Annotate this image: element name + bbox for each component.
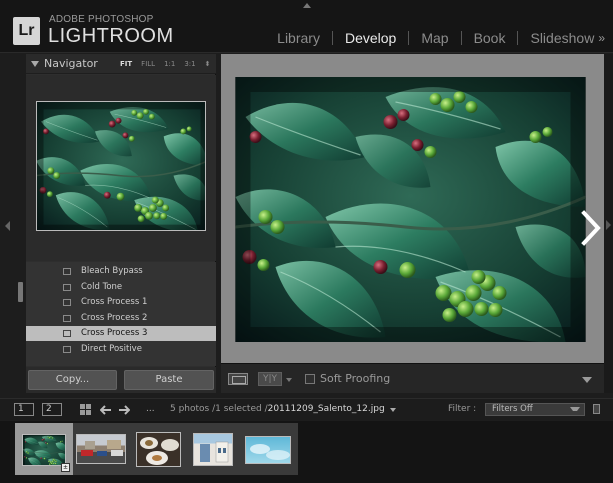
module-header: Lr ADOBE PHOTOSHOP LIGHTROOM Library Dev…	[0, 0, 613, 53]
preset-item-selected[interactable]: Cross Process 3	[26, 326, 216, 341]
preset-item[interactable]: Cold Tone	[26, 280, 216, 295]
more-modules-icon[interactable]: »	[598, 31, 605, 45]
module-develop[interactable]: Develop	[345, 30, 396, 46]
filmstrip-toolbar: 1 2 ... 5 photos /1 selected /20111209_S…	[0, 398, 613, 420]
preset-icon	[63, 299, 71, 306]
presets-list: Bleach Bypass Cold Tone Cross Process 1 …	[26, 262, 216, 366]
disclosure-triangle-icon[interactable]	[31, 61, 39, 67]
filmstrip-thumb[interactable]	[73, 423, 131, 475]
preset-item[interactable]: Bleach Bypass	[26, 264, 216, 279]
filmstrip-thumb[interactable]	[131, 423, 189, 475]
copy-button[interactable]: Copy...	[28, 370, 117, 390]
primary-display-button[interactable]: 1	[14, 403, 34, 416]
thumb-sky-clouds	[245, 436, 291, 464]
module-library[interactable]: Library	[277, 30, 320, 46]
main-photo[interactable]	[235, 77, 586, 342]
copy-paste-bar: Copy... Paste	[26, 367, 216, 393]
module-divider	[460, 31, 462, 45]
filmstrip-source-info[interactable]: 5 photos /1 selected /20111209_Salento_1…	[170, 404, 385, 414]
toolbar-menu-icon[interactable]	[582, 377, 592, 383]
zoom-3-1[interactable]: 3:1	[184, 60, 195, 68]
grid-icon[interactable]	[80, 404, 91, 415]
preset-icon	[63, 346, 71, 353]
lightroom-window: Lr ADOBE PHOTOSHOP LIGHTROOM Library Dev…	[0, 0, 613, 483]
navigator-header[interactable]: Navigator FIT FILL 1:1 3:1 ⬍	[26, 54, 216, 74]
current-filename: 20111209_Salento_12.jpg	[267, 404, 385, 414]
module-divider	[408, 31, 410, 45]
preset-item[interactable]: Direct Positive	[26, 342, 216, 357]
filmstrip-thumb-selected[interactable]: ±	[15, 423, 73, 475]
expand-right-panel-icon[interactable]	[606, 220, 611, 230]
preset-icon	[63, 284, 71, 291]
preset-item[interactable]: Cross Process 1	[26, 295, 216, 310]
arrow-left-icon[interactable]	[100, 405, 112, 415]
photo-count: 5 photos /1 selected /	[170, 404, 268, 414]
filmstrip-thumb[interactable]	[186, 423, 244, 475]
navigator-thumbnail[interactable]	[36, 101, 206, 231]
zoom-fill[interactable]: FILL	[141, 60, 155, 68]
collapse-top-panel-icon[interactable]	[303, 3, 311, 8]
thumb-street-cars	[76, 434, 126, 464]
soft-proofing-checkbox[interactable]	[305, 374, 315, 384]
navigator-preview	[26, 75, 216, 261]
module-map[interactable]: Map	[421, 30, 448, 46]
module-slideshow[interactable]: Slideshow	[530, 30, 594, 46]
preset-label: Cross Process 3	[81, 328, 148, 338]
preset-label: Cross Process 2	[81, 313, 148, 323]
filter-label: Filter :	[448, 404, 477, 414]
before-after-dropdown-icon[interactable]	[286, 378, 292, 382]
left-panel-scrollbar[interactable]	[18, 282, 23, 302]
edited-badge-icon: ±	[61, 463, 70, 472]
module-picker: Library Develop Map Book Slideshow »	[277, 30, 605, 46]
preset-label: Bleach Bypass	[81, 266, 143, 276]
preset-icon	[63, 330, 71, 337]
zoom-stepper-icon[interactable]: ⬍	[205, 60, 211, 68]
source-ellipsis[interactable]: ...	[146, 404, 155, 414]
soft-proofing-label: Soft Proofing	[320, 372, 391, 385]
before-after-button[interactable]: Y|Y	[258, 372, 282, 386]
zoom-options: FIT FILL 1:1 3:1 ⬍	[120, 60, 210, 68]
filmstrip-thumb[interactable]	[240, 423, 298, 475]
arrow-right-icon[interactable]	[118, 405, 130, 415]
brand-subtitle: ADOBE PHOTOSHOP	[49, 14, 154, 25]
chevron-right-icon[interactable]	[580, 210, 602, 246]
preset-label: Cold Tone	[81, 282, 123, 292]
paste-button[interactable]: Paste	[124, 370, 214, 390]
develop-canvas	[221, 54, 604, 363]
thumb-plates-table	[136, 432, 181, 467]
source-dropdown-icon[interactable]	[390, 408, 396, 412]
thumb-building-street	[193, 433, 233, 466]
zoom-1-1[interactable]: 1:1	[164, 60, 175, 68]
module-divider	[517, 31, 519, 45]
preset-icon	[63, 268, 71, 275]
preset-label: Cross Process 1	[81, 297, 148, 307]
navigator-title: Navigator	[44, 57, 98, 70]
collapse-left-panel-icon[interactable]	[5, 221, 10, 231]
brand-title: LIGHTROOM	[48, 25, 174, 47]
loupe-view-icon[interactable]	[228, 373, 248, 385]
preset-label: Direct Positive	[81, 344, 142, 354]
develop-toolbar: Y|Y Soft Proofing	[221, 363, 604, 393]
filmstrip: ±	[0, 421, 613, 483]
module-book[interactable]: Book	[474, 30, 506, 46]
left-panel: Navigator FIT FILL 1:1 3:1 ⬍ Bleach Bypa…	[26, 54, 216, 393]
thumb-coffee-plant	[22, 434, 66, 466]
lightroom-logo: Lr	[13, 17, 40, 45]
secondary-display-button[interactable]: 2	[42, 403, 62, 416]
lock-icon[interactable]	[593, 404, 600, 414]
preset-icon	[63, 315, 71, 322]
zoom-fit[interactable]: FIT	[120, 60, 132, 68]
preset-item[interactable]: Cross Process 2	[26, 311, 216, 326]
module-divider	[331, 31, 333, 45]
filter-select[interactable]: Filters Off	[485, 403, 585, 416]
